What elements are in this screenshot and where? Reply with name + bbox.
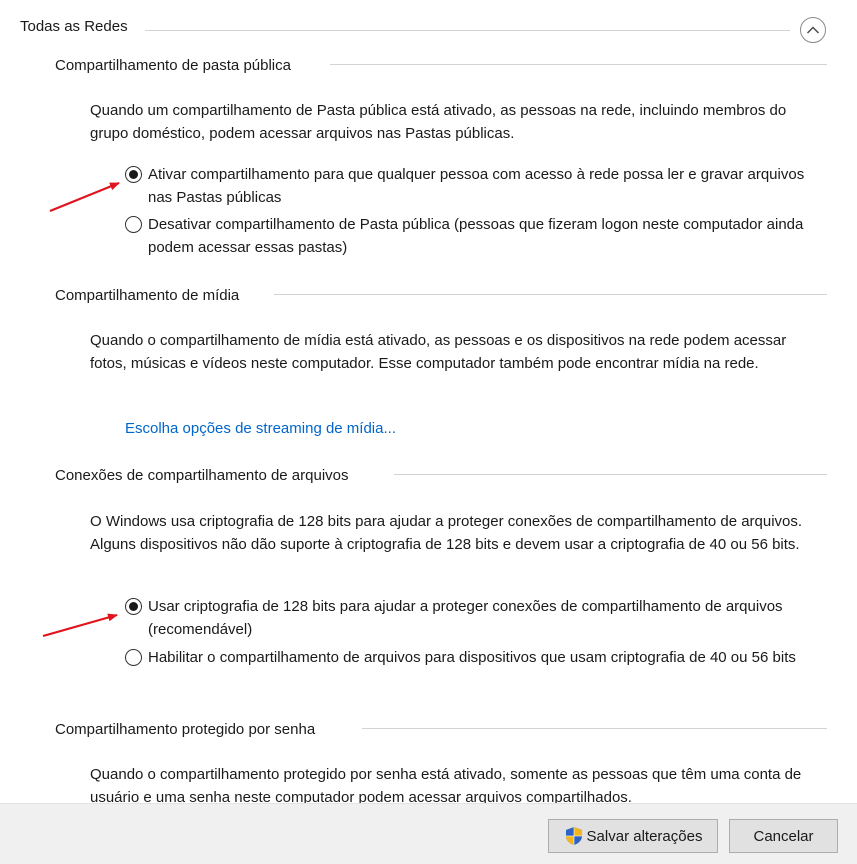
media-streaming-link[interactable]: Escolha opções de streaming de mídia... (125, 420, 396, 437)
radio-button-checked[interactable] (125, 166, 142, 183)
save-changes-button[interactable]: Salvar alterações (548, 819, 718, 853)
annotation-arrow-2 (42, 613, 118, 638)
section-divider (330, 64, 827, 65)
file-sharing-description: O Windows usa criptografia de 128 bits p… (90, 513, 803, 553)
radio-enable-public-folder[interactable]: Ativar compartilhamento para que qualque… (125, 163, 825, 209)
media-description: Quando o compartilhamento de mídia está … (90, 332, 787, 372)
radio-label: Habilitar o compartilhamento de arquivos… (148, 649, 796, 666)
radio-label: Desativar compartilhamento de Pasta públ… (148, 216, 804, 256)
cancel-button[interactable]: Cancelar (729, 819, 838, 853)
collapse-button[interactable] (800, 17, 826, 43)
media-section-title: Compartilhamento de mídia (55, 287, 240, 304)
header-divider (145, 30, 790, 31)
password-section-title: Compartilhamento protegido por senha (55, 721, 316, 738)
section-divider (394, 474, 827, 475)
radio-button-checked[interactable] (125, 598, 142, 615)
section-divider (274, 294, 827, 295)
network-profile-header[interactable]: Todas as Redes (20, 18, 128, 35)
cancel-button-label: Cancelar (753, 827, 814, 845)
radio-40-56-bit-encryption[interactable]: Habilitar o compartilhamento de arquivos… (125, 646, 825, 669)
annotation-arrow-1 (49, 181, 120, 213)
button-bar: Salvar alterações Cancelar (0, 803, 857, 864)
radio-button[interactable] (125, 649, 142, 666)
advanced-sharing-settings-page: Todas as Redes Compartilhamento de pasta… (0, 0, 857, 864)
chevron-up-icon (807, 26, 819, 34)
uac-shield-icon (565, 827, 582, 845)
public-folder-description: Quando um compartilhamento de Pasta públ… (90, 102, 787, 142)
file-sharing-section-title: Conexões de compartilhamento de arquivos (55, 467, 349, 484)
radio-label: Ativar compartilhamento para que qualque… (148, 166, 805, 206)
public-folder-section-title: Compartilhamento de pasta pública (55, 57, 291, 74)
radio-button[interactable] (125, 216, 142, 233)
section-divider (362, 728, 827, 729)
save-button-label: Salvar alterações (586, 827, 703, 845)
radio-128-bit-encryption[interactable]: Usar criptografia de 128 bits para ajuda… (125, 595, 825, 641)
radio-disable-public-folder[interactable]: Desativar compartilhamento de Pasta públ… (125, 213, 825, 259)
radio-label: Usar criptografia de 128 bits para ajuda… (148, 598, 783, 638)
